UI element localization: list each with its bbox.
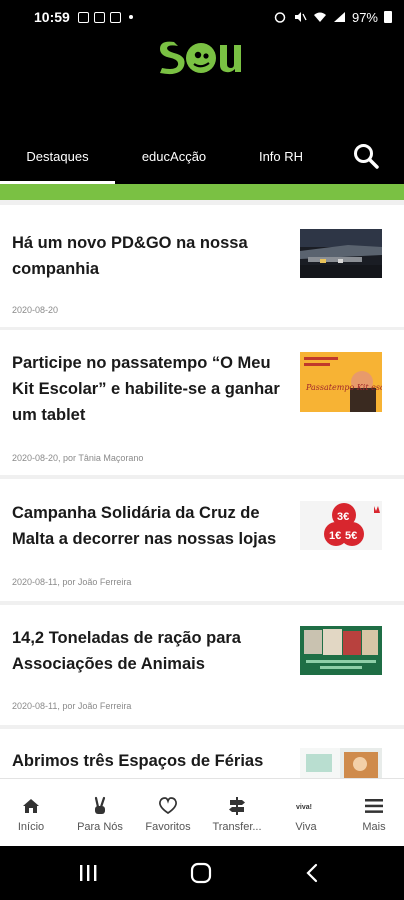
- article-meta: 2020-08-11, por João Ferreira: [12, 577, 132, 587]
- system-status: 97%: [273, 10, 392, 25]
- app-notification-icon: [109, 11, 121, 23]
- nav-transfer[interactable]: Transfer...: [204, 779, 270, 847]
- tab-educaccao[interactable]: educAcção: [115, 128, 233, 184]
- nav-label: Viva: [295, 821, 317, 833]
- article-card[interactable]: Há um novo PD&GO na nossa companhia 2020…: [0, 205, 404, 327]
- more-notifications-icon: [128, 15, 133, 19]
- nav-label: Favoritos: [145, 821, 191, 833]
- cruz-de-malta-coins: 3€ 1€ 5€: [300, 501, 382, 550]
- menu-icon: [363, 795, 385, 817]
- animal-food-photo: [300, 626, 382, 675]
- viva-icon: viva!: [295, 795, 317, 817]
- heart-icon: [157, 795, 179, 817]
- article-title[interactable]: Participe no passatempo “O Meu Kit Escol…: [12, 350, 290, 428]
- home-button-icon[interactable]: [190, 862, 212, 884]
- app-header: Destaques educAcção Info RH: [0, 34, 404, 184]
- article-meta: 2020-08-20: [12, 305, 59, 315]
- espacos-ferias-photo: [300, 748, 382, 778]
- tab-label: Destaques: [26, 148, 89, 164]
- article-meta: 2020-08-20, por Tânia Maçorano: [12, 453, 144, 463]
- home-icon: [20, 795, 42, 817]
- wifi-icon: [313, 12, 326, 22]
- nav-viva[interactable]: viva! Viva: [275, 779, 337, 847]
- battery-icon: [384, 11, 392, 23]
- tab-info-rh[interactable]: Info RH: [233, 128, 329, 184]
- article-thumbnail[interactable]: Passatempo Kit escolar: [300, 352, 382, 412]
- accent-bar: [0, 184, 404, 200]
- nav-para-nos[interactable]: Para Nós: [67, 779, 133, 847]
- news-feed[interactable]: Há um novo PD&GO na nossa companhia 2020…: [0, 200, 404, 778]
- system-navigation-bar: [0, 846, 404, 900]
- search-icon[interactable]: [352, 142, 380, 170]
- nav-mais[interactable]: Mais: [344, 779, 404, 847]
- article-title[interactable]: 14,2 Toneladas de ração para Associações…: [12, 625, 290, 677]
- article-thumbnail[interactable]: [300, 748, 382, 778]
- back-icon[interactable]: [305, 863, 319, 883]
- article-card[interactable]: 14,2 Toneladas de ração para Associações…: [0, 605, 404, 725]
- article-card[interactable]: Campanha Solidária da Cruz de Malta a de…: [0, 479, 404, 601]
- thumb-text: Passatempo Kit escolar: [305, 383, 382, 392]
- tab-destaques[interactable]: Destaques: [0, 128, 115, 184]
- alarm-icon: [274, 12, 286, 23]
- article-card[interactable]: Participe no passatempo “O Meu Kit Escol…: [0, 330, 404, 475]
- nav-label: Para Nós: [77, 821, 123, 833]
- tab-bar: Destaques educAcção Info RH: [0, 128, 404, 184]
- coin-label: 3€: [337, 511, 349, 523]
- coin-label: 5€: [345, 530, 357, 542]
- kit-escolar-photo: Passatempo Kit escolar: [300, 352, 382, 412]
- article-thumbnail[interactable]: 3€ 1€ 5€: [300, 501, 382, 550]
- peace-hand-icon: [89, 795, 111, 817]
- nav-label: Início: [17, 821, 45, 833]
- station-photo: [300, 229, 382, 278]
- status-bar: 10:59 97%: [0, 0, 404, 34]
- mute-icon: [294, 12, 307, 22]
- signal-icon: [333, 12, 345, 22]
- notification-icons: [77, 11, 133, 23]
- article-thumbnail[interactable]: [300, 626, 382, 675]
- nav-inicio[interactable]: Início: [0, 779, 62, 847]
- nav-label: Transfer...: [212, 821, 262, 833]
- nav-label: Mais: [362, 821, 386, 833]
- article-title[interactable]: Abrimos três Espaços de Férias: [12, 748, 290, 774]
- sou-logo: [160, 41, 241, 75]
- article-title[interactable]: Há um novo PD&GO na nossa companhia: [12, 230, 290, 282]
- nav-favoritos[interactable]: Favoritos: [136, 779, 200, 847]
- article-thumbnail[interactable]: [300, 229, 382, 278]
- bottom-navigation: Início Para Nós Favoritos Transfer... vi…: [0, 778, 404, 846]
- article-meta: 2020-08-11, por João Ferreira: [12, 701, 132, 711]
- recent-apps-icon[interactable]: [78, 864, 98, 882]
- battery-percent: 97%: [351, 9, 378, 25]
- tab-label: educAcção: [141, 148, 207, 164]
- notification-icon: [77, 11, 89, 23]
- article-card[interactable]: Abrimos três Espaços de Férias: [0, 729, 404, 778]
- gallery-icon: [93, 11, 105, 23]
- tab-label: Info RH: [258, 148, 304, 164]
- viva-icon-text: viva!: [296, 804, 312, 811]
- signpost-icon: [226, 795, 248, 817]
- article-title[interactable]: Campanha Solidária da Cruz de Malta a de…: [12, 500, 290, 552]
- status-time: 10:59: [34, 9, 70, 25]
- coin-label: 1€: [329, 530, 341, 542]
